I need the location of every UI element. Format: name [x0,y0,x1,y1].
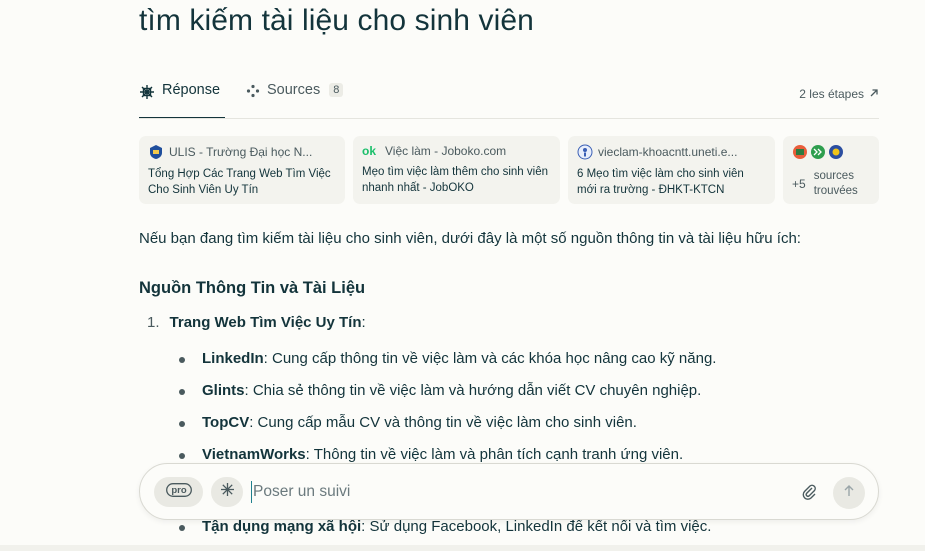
bullet-item: LinkedIn: Cung cấp thông tin về việc làm… [179,350,716,367]
source-card-uneti[interactable]: vieclam-khoacntt.uneti.e... 6 Mẹo tìm vi… [568,136,775,204]
answer-icon [139,82,155,104]
followup-bar: pro [139,463,879,520]
sources-count-badge: 8 [329,83,344,97]
bullet-text: : Thông tin về việc làm và phân tích cạn… [305,446,684,463]
pro-icon: pro [165,482,192,502]
arrow-up-icon [843,484,855,502]
tab-sources-label: Sources [267,82,321,98]
submit-button[interactable] [833,477,865,509]
tab-sources[interactable]: Sources 8 [246,82,344,119]
source-favicon-icon [792,144,808,165]
bullet-dot [179,357,185,363]
more-sources-count: +5 [792,177,806,191]
page: tìm kiếm tài liệu cho sinh viên Réponse … [0,0,925,551]
answer-intro: Nếu bạn đang tìm kiếm tài liệu cho sinh … [139,230,899,247]
more-sources-card[interactable]: +5 sources trouvées [783,136,879,204]
bullet-dot [179,389,185,395]
list-item-colon: : [361,314,366,331]
tabs-divider [139,118,879,119]
bullet-text: : Chia sẻ thông tin về việc làm và hướng… [244,382,702,399]
source-title: Mẹo tìm việc làm thêm cho sinh viên nhan… [362,166,548,194]
joboko-icon: ok [362,144,380,158]
bullet-item: Tận dụng mạng xã hội: Sử dụng Facebook, … [179,518,711,535]
source-site: ULIS - Trường Đại học N... [169,145,313,159]
pro-toggle-button[interactable]: pro [154,477,203,507]
bullet-dot [179,453,185,459]
bullet-name: LinkedIn [202,350,264,367]
bullet-item: Glints: Chia sẻ thông tin về việc làm và… [179,382,701,399]
ulis-icon [148,144,164,160]
svg-text:ok: ok [362,144,376,158]
uneti-icon [577,144,593,160]
list-number: 1. [147,314,160,331]
source-title: Tổng Hợp Các Trang Web Tìm Việc Cho Sinh… [148,168,331,196]
answer-heading: Nguồn Thông Tin và Tài Liệu [139,279,366,297]
result-tabs: Réponse Sources 8 2 les étapes [139,82,879,120]
focus-button[interactable] [211,477,243,507]
source-card-joboko[interactable]: ok Việc làm - Joboko.com Mẹo tìm việc là… [353,136,560,204]
numbered-list-item: 1. Trang Web Tìm Việc Uy Tín: [147,314,366,331]
focus-icon [220,482,235,502]
bullet-name: TopCV [202,414,250,431]
pro-label: pro [171,485,187,496]
query-title: tìm kiếm tài liệu cho sinh viên [139,4,534,37]
tab-answer[interactable]: Réponse [139,82,225,119]
steps-link[interactable]: 2 les étapes [799,87,879,101]
bullet-item: TopCV: Cung cấp mẫu CV và thông tin về v… [179,414,637,431]
bullet-item: VietnamWorks: Thông tin về việc làm và p… [179,446,683,463]
arrow-up-right-icon [869,87,879,101]
source-favicon-icon [810,144,826,165]
bullet-text: : Cung cấp mẫu CV và thông tin về việc l… [249,414,637,431]
attach-icon[interactable] [801,483,817,506]
list-item-label: Trang Web Tìm Việc Uy Tín [169,314,362,331]
bottom-band [0,545,925,551]
bullet-name: Glints [202,382,245,399]
source-card-ulis[interactable]: ULIS - Trường Đại học N... Tổng Hợp Các … [139,136,345,204]
bullet-name: Tận dụng mạng xã hội [202,518,362,535]
steps-label: 2 les étapes [799,87,864,101]
tab-answer-label: Réponse [162,82,221,98]
bullet-text: : Sử dụng Facebook, LinkedIn để kết nối … [361,518,712,535]
bullet-text: : Cung cấp thông tin về việc làm và các … [263,350,717,367]
source-title: 6 Mẹo tìm việc làm cho sinh viên mới ra … [577,168,744,196]
source-site: Việc làm - Joboko.com [385,144,507,158]
source-favicon-icon [828,144,844,165]
followup-input[interactable] [251,481,791,503]
bullet-dot [179,421,185,427]
source-site: vieclam-khoacntt.uneti.e... [598,145,738,159]
bullet-name: VietnamWorks [202,446,306,463]
more-sources-label: sources trouvées [813,170,858,197]
answer-intro-text: Nếu bạn đang tìm kiếm tài liệu cho sinh … [139,230,801,247]
sources-icon [246,82,260,102]
bullet-dot [179,525,185,531]
